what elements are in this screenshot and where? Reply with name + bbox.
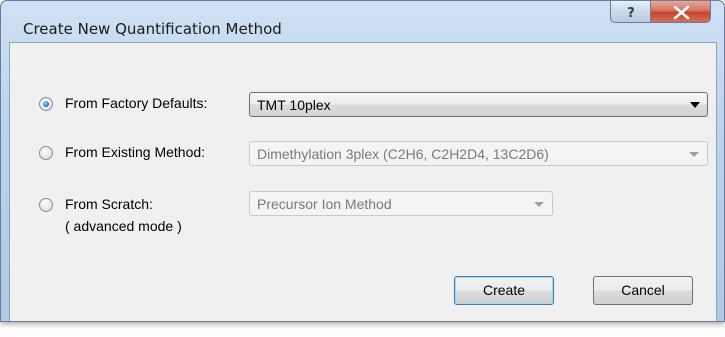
chevron-down-icon: [534, 202, 544, 207]
existing-method-radio[interactable]: [39, 146, 53, 160]
existing-method-select[interactable]: Dimethylation 3plex (C2H6, C2H2D4, 13C2D…: [249, 141, 708, 166]
chevron-down-icon: [689, 152, 699, 157]
close-button[interactable]: [650, 1, 711, 23]
create-button[interactable]: Create: [454, 276, 554, 305]
factory-defaults-select[interactable]: TMT 10plex: [249, 92, 708, 117]
from-scratch-value: Precursor Ion Method: [257, 196, 392, 212]
svg-text:?: ?: [627, 6, 635, 21]
help-icon: ?: [627, 6, 635, 21]
close-icon: [673, 5, 690, 20]
advanced-mode-note: ( advanced mode ): [65, 218, 182, 234]
window-title: Create New Quantification Method: [23, 20, 282, 38]
from-scratch-label: From Scratch:: [65, 196, 153, 212]
existing-method-value: Dimethylation 3plex (C2H6, C2H2D4, 13C2D…: [257, 146, 549, 162]
factory-defaults-label: From Factory Defaults:: [65, 95, 208, 111]
cancel-button[interactable]: Cancel: [593, 276, 693, 305]
from-scratch-radio[interactable]: [39, 198, 53, 212]
chevron-down-icon: [690, 102, 700, 108]
dialog-body: From Factory Defaults: TMT 10plex From E…: [9, 42, 717, 321]
existing-method-label: From Existing Method:: [65, 144, 206, 160]
factory-defaults-radio[interactable]: [39, 97, 53, 111]
factory-defaults-value: TMT 10plex: [257, 97, 331, 113]
from-scratch-select[interactable]: Precursor Ion Method: [249, 191, 553, 216]
help-button[interactable]: ?: [610, 1, 651, 23]
dialog-window: Create New Quantification Method ? From …: [0, 0, 725, 322]
